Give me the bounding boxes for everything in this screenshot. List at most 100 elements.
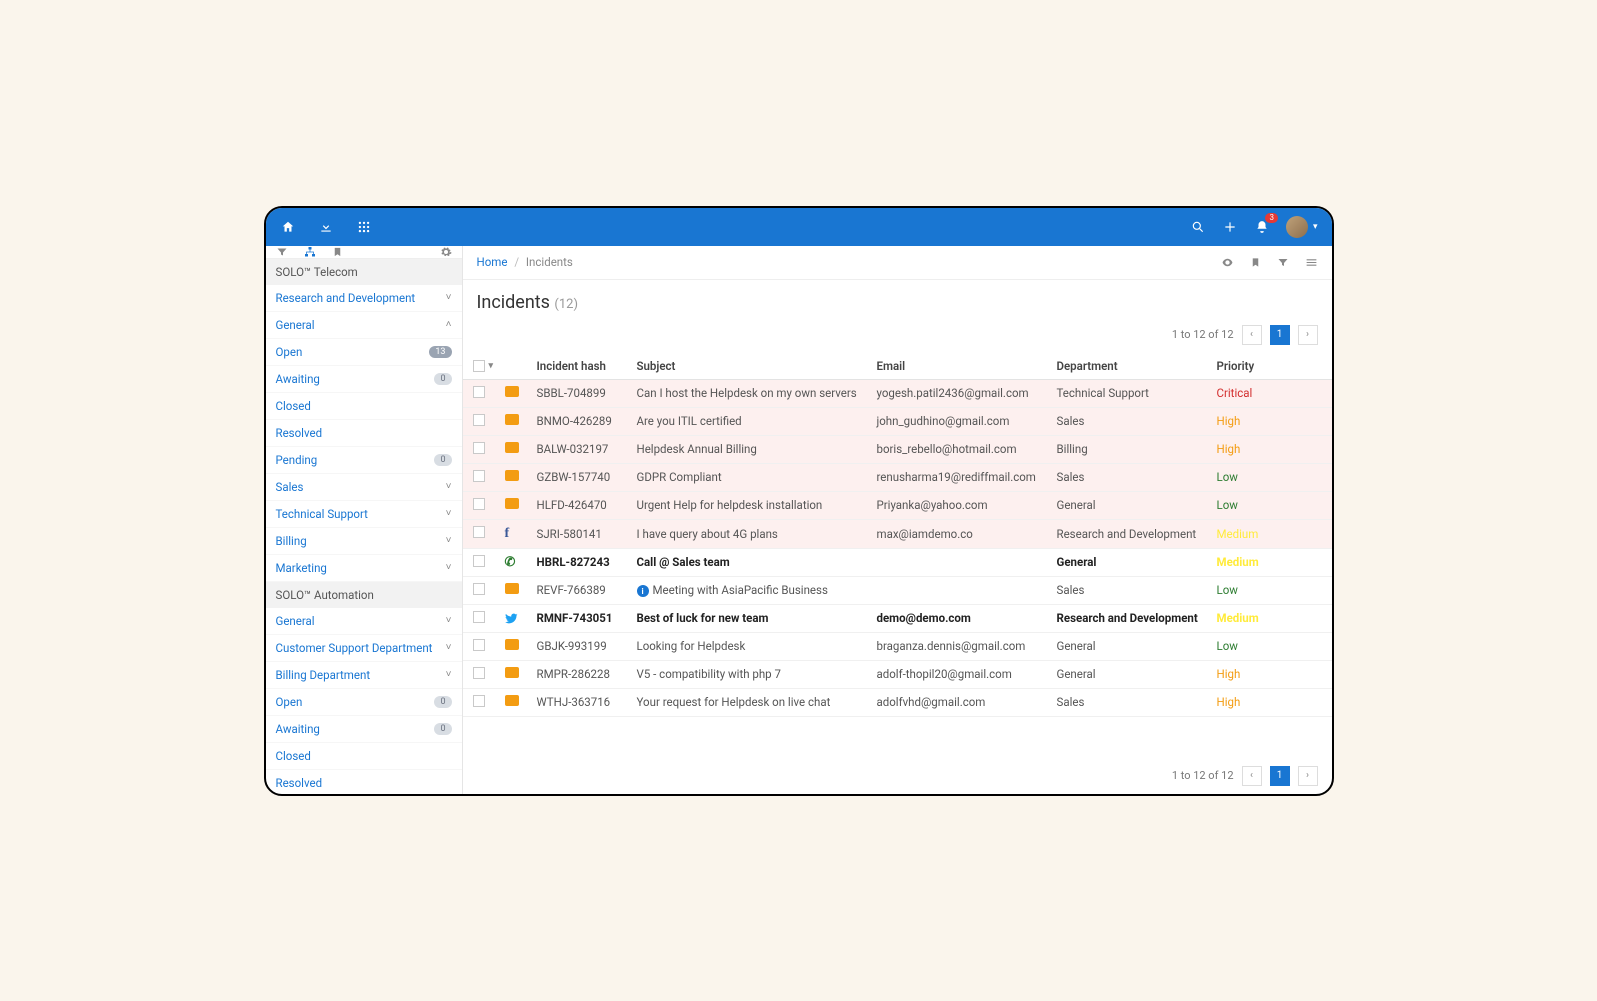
eye-icon[interactable] (1221, 256, 1234, 269)
sidebar-item[interactable]: Pending0 (266, 447, 462, 474)
cell-priority: Medium (1217, 555, 1287, 569)
sidebar-item[interactable]: General˄ (266, 312, 462, 339)
pager-page-1[interactable]: 1 (1270, 766, 1290, 786)
row-checkbox[interactable] (473, 386, 485, 398)
col-priority[interactable]: Priority (1217, 359, 1287, 373)
bookmark-icon[interactable] (1250, 256, 1261, 269)
row-checkbox[interactable] (473, 442, 485, 454)
cell-subject: iMeeting with AsiaPacific Business (637, 583, 877, 598)
row-checkbox[interactable] (473, 695, 485, 707)
mail-icon (505, 667, 519, 678)
row-checkbox[interactable] (473, 611, 485, 623)
row-checkbox[interactable] (473, 526, 485, 538)
sidebar-group-header: SOLO™ Automation (266, 582, 462, 608)
row-checkbox[interactable] (473, 583, 485, 595)
row-checkbox[interactable] (473, 414, 485, 426)
pager-prev[interactable]: ‹ (1242, 766, 1262, 786)
notification-badge: 3 (1265, 213, 1278, 223)
sidebar-item[interactable]: Closed (266, 393, 462, 420)
sidebar-item[interactable]: Resolved (266, 420, 462, 447)
cell-department: General (1057, 639, 1217, 653)
col-hash[interactable]: Incident hash (537, 359, 637, 373)
cell-department: General (1057, 498, 1217, 512)
main-content: Home / Incidents Incidents (12) 1 to 12 … (463, 246, 1332, 794)
col-department[interactable]: Department (1057, 359, 1217, 373)
col-subject[interactable]: Subject (637, 359, 877, 373)
sidebar-item[interactable]: Awaiting0 (266, 366, 462, 393)
chevron-down-icon[interactable]: ▾ (489, 361, 494, 371)
sidebar-item[interactable]: Billing Department˅ (266, 662, 462, 689)
table-row[interactable]: REVF-766389iMeeting with AsiaPacific Bus… (463, 577, 1332, 605)
user-menu[interactable]: ▾ (1286, 216, 1318, 238)
cell-subject: Call @ Sales team (637, 555, 877, 569)
sidebar-item[interactable]: General˅ (266, 608, 462, 635)
sidebar-item[interactable]: Open0 (266, 689, 462, 716)
table-header: ▾ Incident hash Subject Email Department… (463, 353, 1332, 380)
filter-icon[interactable] (276, 246, 288, 258)
cell-department: Sales (1057, 470, 1217, 484)
table-row[interactable]: GZBW-157740GDPR Compliantrenusharma19@re… (463, 464, 1332, 492)
bookmark-icon[interactable] (332, 246, 343, 258)
pager-next[interactable]: › (1298, 766, 1318, 786)
table-row[interactable]: HLFD-426470Urgent Help for helpdesk inst… (463, 492, 1332, 520)
table-row[interactable]: BNMO-426289Are you ITIL certifiedjohn_gu… (463, 408, 1332, 436)
col-email[interactable]: Email (877, 359, 1057, 373)
table-row[interactable]: RMPR-286228V5 - compatibility with php 7… (463, 661, 1332, 689)
sidebar-item[interactable]: Awaiting0 (266, 716, 462, 743)
sidebar-item[interactable]: Technical Support˅ (266, 501, 462, 528)
cell-email: Priyanka@yahoo.com (877, 498, 1057, 512)
table-row[interactable]: fSJRI-580141I have query about 4G plansm… (463, 520, 1332, 549)
sidebar-badge: 0 (434, 454, 451, 466)
breadcrumb-home[interactable]: Home (477, 255, 508, 269)
row-checkbox[interactable] (473, 470, 485, 482)
row-checkbox[interactable] (473, 639, 485, 651)
sidebar-item[interactable]: Resolved (266, 770, 462, 794)
gear-icon[interactable] (440, 246, 452, 258)
apps-icon[interactable] (356, 219, 372, 235)
cell-priority: Medium (1217, 527, 1287, 541)
home-icon[interactable] (280, 219, 296, 235)
cell-subject: GDPR Compliant (637, 470, 877, 484)
search-icon[interactable] (1190, 219, 1206, 235)
sidebar-item-label: Awaiting (276, 722, 320, 736)
table-row[interactable]: SBBL-704899Can I host the Helpdesk on my… (463, 380, 1332, 408)
cell-subject: Looking for Helpdesk (637, 639, 877, 653)
row-checkbox[interactable] (473, 555, 485, 567)
cell-department: Sales (1057, 695, 1217, 709)
table-row[interactable]: WTHJ-363716Your request for Helpdesk on … (463, 689, 1332, 717)
sidebar-item[interactable]: Billing˅ (266, 528, 462, 555)
sidebar-item[interactable]: Closed (266, 743, 462, 770)
table-row[interactable]: ✆HBRL-827243Call @ Sales teamGeneralMedi… (463, 549, 1332, 577)
cell-hash: HLFD-426470 (537, 498, 637, 512)
chevron-down-icon: ˅ (446, 642, 452, 653)
filter-icon[interactable] (1277, 256, 1289, 269)
download-icon[interactable] (318, 219, 334, 235)
pager-page-1[interactable]: 1 (1270, 325, 1290, 345)
cell-priority: High (1217, 695, 1287, 709)
page-title: Incidents (12) (463, 280, 1332, 317)
add-icon[interactable] (1222, 219, 1238, 235)
chevron-down-icon: ˅ (446, 292, 452, 303)
row-checkbox[interactable] (473, 498, 485, 510)
notifications-icon[interactable]: 3 (1254, 219, 1270, 235)
cell-hash: SBBL-704899 (537, 386, 637, 400)
table-row[interactable]: GBJK-993199Looking for Helpdeskbraganza.… (463, 633, 1332, 661)
pager-summary: 1 to 12 of 12 (1172, 769, 1234, 782)
pager-prev[interactable]: ‹ (1242, 325, 1262, 345)
cell-department: General (1057, 555, 1217, 569)
cell-email: demo@demo.com (877, 611, 1057, 625)
sidebar-item[interactable]: Customer Support Department˅ (266, 635, 462, 662)
menu-icon[interactable] (1305, 256, 1318, 269)
table-row[interactable]: RMNF-743051Best of luck for new teamdemo… (463, 605, 1332, 633)
select-all-checkbox[interactable] (473, 360, 485, 372)
cell-priority: High (1217, 667, 1287, 681)
row-checkbox[interactable] (473, 667, 485, 679)
sitemap-icon[interactable] (304, 246, 316, 258)
sidebar-item[interactable]: Open13 (266, 339, 462, 366)
sidebar-item[interactable]: Marketing˅ (266, 555, 462, 582)
sidebar-item[interactable]: Sales˅ (266, 474, 462, 501)
sidebar-item[interactable]: Research and Development˅ (266, 285, 462, 312)
table-row[interactable]: BALW-032197Helpdesk Annual Billingboris_… (463, 436, 1332, 464)
pager-next[interactable]: › (1298, 325, 1318, 345)
mail-icon (505, 386, 519, 397)
